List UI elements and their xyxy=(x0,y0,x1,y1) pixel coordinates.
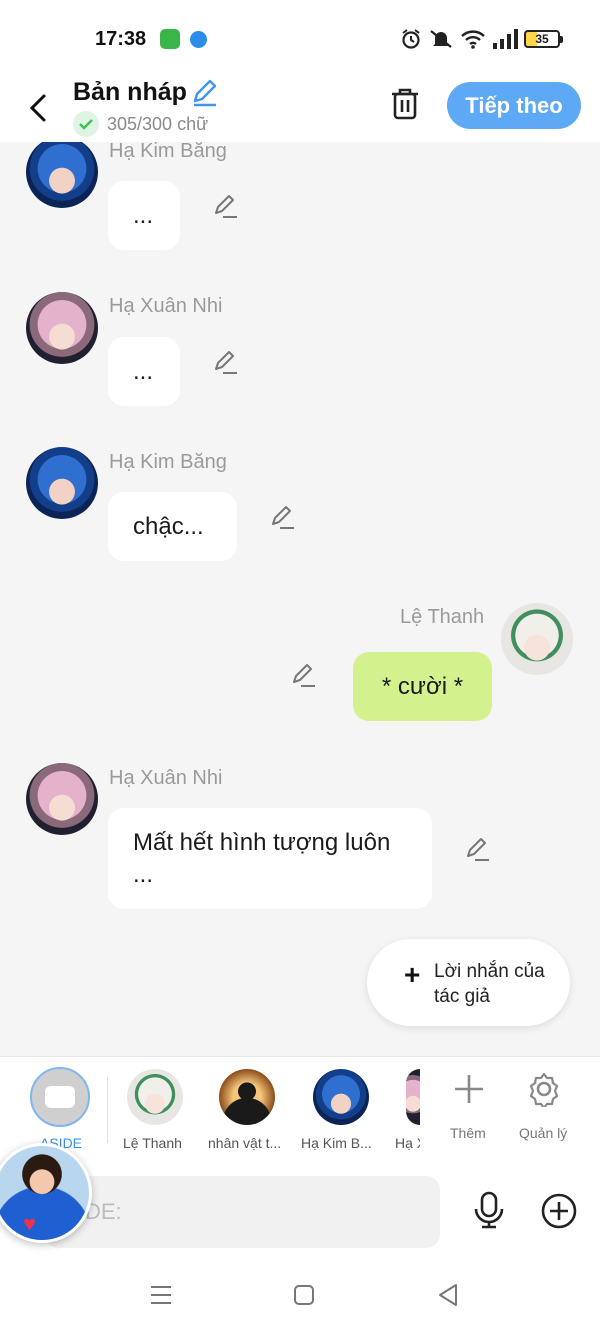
status-icons: 35 xyxy=(400,27,563,51)
page-title: Bản nháp xyxy=(73,78,187,106)
character-label: Hạ Kim B... xyxy=(301,1135,372,1151)
input-bar: DE: xyxy=(0,1164,600,1254)
edit-message-icon[interactable] xyxy=(289,662,317,690)
sender-name: Hạ Kim Băng xyxy=(109,142,227,162)
heart-icon: ♥ xyxy=(23,1211,37,1236)
edit-message-icon[interactable] xyxy=(268,504,296,532)
header: Bản nháp 305/300 chữ Tiếp theo xyxy=(0,78,600,142)
message-text: ... xyxy=(133,201,154,229)
app-notification-icon xyxy=(160,29,180,49)
avatar[interactable] xyxy=(26,142,98,208)
gear-icon[interactable] xyxy=(526,1071,562,1107)
app-notification-icon-2 xyxy=(190,31,207,48)
sender-name: Hạ Xuân Nhi xyxy=(109,295,223,317)
trash-icon[interactable] xyxy=(388,86,422,122)
alarm-icon xyxy=(402,29,420,49)
plus-icon: + xyxy=(404,959,421,990)
aside-icon xyxy=(45,1086,75,1108)
sender-name: Lệ Thanh xyxy=(400,606,485,628)
system-nav-bar xyxy=(0,1254,600,1333)
next-button[interactable]: Tiếp theo xyxy=(447,82,581,129)
author-note-label: Lời nhắn của tác giả xyxy=(434,961,545,1007)
message-bubble[interactable]: * cười * xyxy=(353,652,492,721)
menu-icon[interactable] xyxy=(148,1282,174,1308)
status-time: 17:38 xyxy=(95,28,147,50)
message-text: chậc... xyxy=(133,512,204,540)
avatar[interactable] xyxy=(26,292,98,364)
status-bar: 17:38 35 xyxy=(0,0,600,78)
check-icon xyxy=(73,111,99,137)
character-label: Hạ X xyxy=(395,1135,420,1151)
edit-title-icon[interactable] xyxy=(190,78,220,108)
signal-icon xyxy=(493,29,518,49)
add-circle-icon[interactable] xyxy=(540,1192,578,1230)
home-icon[interactable] xyxy=(291,1282,317,1308)
sender-name: Hạ Xuân Nhi xyxy=(109,767,223,789)
add-label: Thêm xyxy=(450,1125,486,1141)
character-label: Lệ Thanh xyxy=(123,1135,182,1151)
divider xyxy=(107,1077,108,1143)
back-icon[interactable] xyxy=(22,88,54,128)
back-nav-icon[interactable] xyxy=(435,1282,461,1308)
chat-area: Hạ Kim Băng ... Hạ Xuân Nhi ... Hạ Kim B… xyxy=(0,142,600,1056)
sender-name: Hạ Kim Băng xyxy=(109,451,227,473)
manage-label: Quản lý xyxy=(519,1125,568,1141)
aside-button[interactable] xyxy=(30,1067,90,1127)
message-input[interactable]: DE: xyxy=(45,1176,440,1248)
message-bubble[interactable]: chậc... xyxy=(108,492,237,561)
battery-icon: 35 xyxy=(524,30,563,48)
microphone-icon[interactable] xyxy=(470,1190,508,1230)
message-bubble[interactable]: ... xyxy=(108,181,180,250)
author-note-button[interactable]: + Lời nhắn của tác giả xyxy=(367,939,570,1026)
edit-message-icon[interactable] xyxy=(211,349,239,377)
message-bubble[interactable]: ... xyxy=(108,337,180,406)
message-bubble[interactable]: Mất hết hình tượng luôn ... xyxy=(108,808,432,909)
avatar[interactable] xyxy=(26,763,98,835)
message-text: Mất hết hình tượng luôn ... xyxy=(133,828,391,888)
mute-icon xyxy=(430,30,452,48)
add-icon[interactable] xyxy=(451,1071,487,1107)
avatar[interactable] xyxy=(501,603,573,675)
character-unnamed[interactable] xyxy=(219,1069,275,1125)
message-text: ... xyxy=(133,357,154,385)
wifi-icon xyxy=(461,30,485,49)
edit-message-icon[interactable] xyxy=(463,836,491,864)
message-text: * cười * xyxy=(381,672,464,700)
avatar[interactable] xyxy=(26,447,98,519)
word-count: 305/300 chữ xyxy=(73,111,208,137)
character-ha-kim-bang[interactable] xyxy=(313,1069,369,1125)
edit-message-icon[interactable] xyxy=(211,193,239,221)
word-count-text: 305/300 chữ xyxy=(107,113,209,134)
character-le-thanh[interactable] xyxy=(127,1069,183,1125)
character-label: nhân vật t... xyxy=(208,1135,282,1151)
character-bar: ASIDE Lệ Thanh nhân vật t... Hạ Kim B...… xyxy=(0,1056,600,1164)
character-ha-xuan-nhi[interactable] xyxy=(406,1069,420,1125)
